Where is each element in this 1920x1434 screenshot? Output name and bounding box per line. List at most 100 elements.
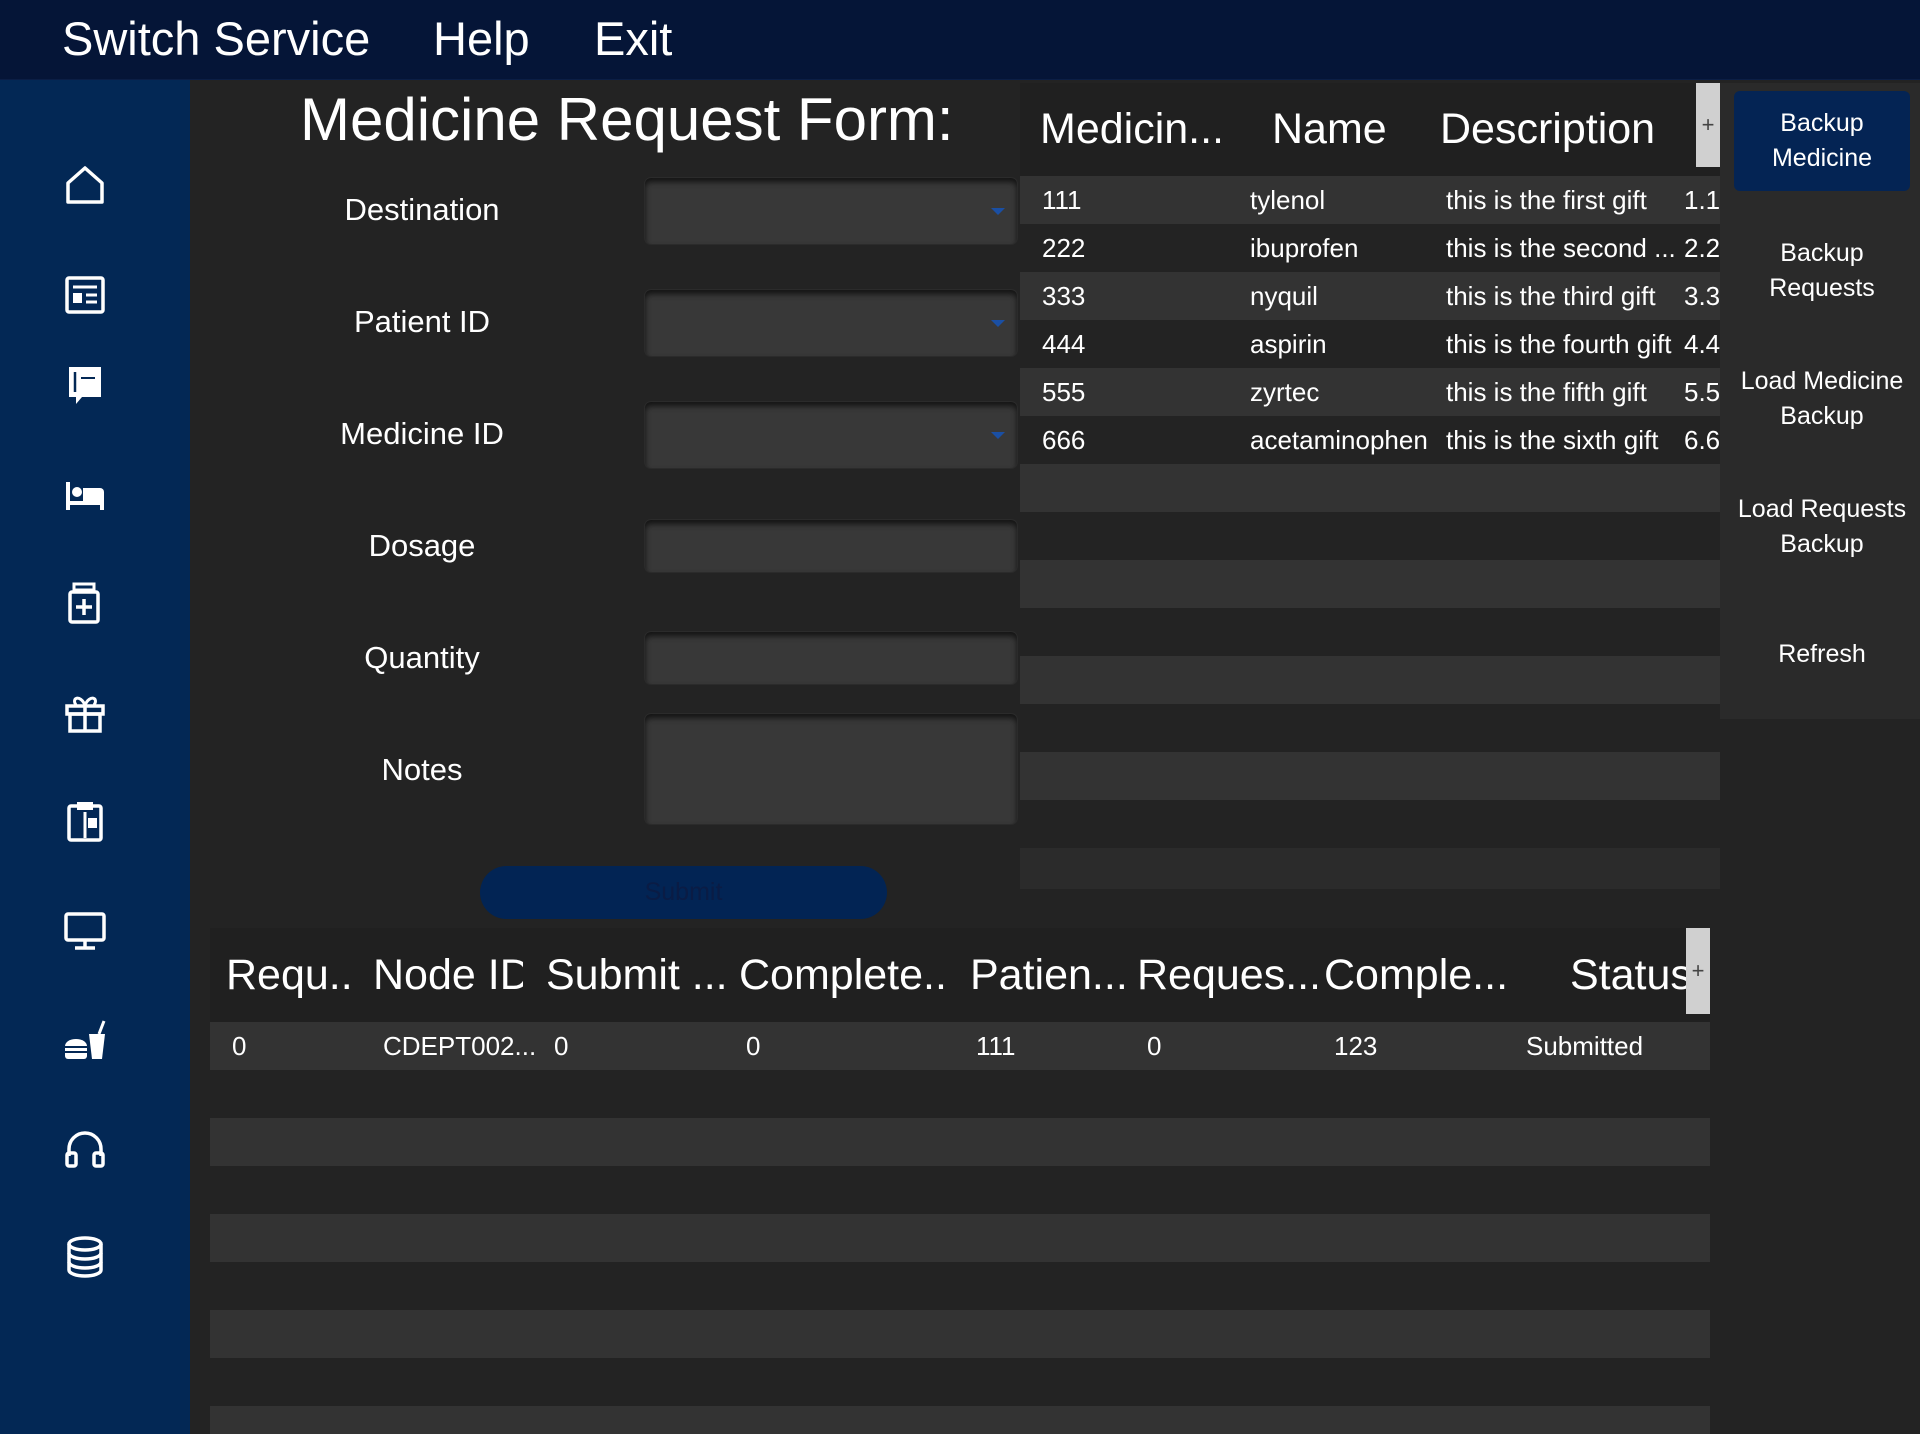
column-header-patient-id[interactable]: Patien... (970, 928, 1130, 1022)
column-header-name[interactable]: Name (1272, 83, 1432, 176)
table-cell: CDEPT002... (383, 1031, 537, 1061)
table-header: Medicin... Name Description + (1020, 83, 1720, 176)
table-cell: 111 (976, 1031, 1016, 1061)
quantity-input[interactable] (645, 632, 1017, 684)
refresh-button[interactable]: Refresh (1734, 637, 1910, 672)
column-header-node-id[interactable]: Node ID (373, 928, 523, 1022)
notes-textarea[interactable] (645, 714, 1017, 824)
table-header: Requ... Node ID Submit ... Complete... P… (210, 928, 1710, 1022)
clipboard-icon[interactable] (62, 798, 108, 844)
table-row (210, 1118, 1710, 1166)
notebook-icon[interactable] (62, 362, 108, 408)
news-icon[interactable] (62, 272, 108, 318)
table-row (1020, 704, 1720, 752)
table-cell: ibuprofen (1250, 233, 1359, 263)
table-cell: acetaminophen (1250, 425, 1428, 455)
load-medicine-backup-label-1: Load Medicine (1740, 367, 1904, 395)
load-requests-backup-label-2: Backup (1780, 530, 1864, 558)
backup-requests-label-1: Backup (1780, 239, 1864, 267)
add-column-button[interactable]: + (1696, 83, 1720, 167)
table-cell: 333 (1042, 281, 1086, 311)
medicine-id-select[interactable] (645, 402, 1017, 468)
table-cell: 0 (232, 1031, 247, 1061)
form-title: Medicine Request Form: (300, 86, 954, 153)
chevron-down-icon[interactable] (991, 208, 1005, 215)
load-medicine-backup-button[interactable]: Load Medicine Backup (1734, 364, 1910, 434)
table-row[interactable]: 555 zyrtec this is the fifth gift 5.55 (1020, 368, 1720, 416)
table-cell: 2.22 (1684, 233, 1720, 263)
table-row (1020, 800, 1720, 848)
backup-medicine-button[interactable]: Backup Medicine (1734, 91, 1910, 191)
column-header-status[interactable]: Status (1570, 928, 1690, 1022)
home-icon[interactable] (62, 162, 108, 208)
table-cell: 111 (1042, 185, 1082, 215)
requests-table: Requ... Node ID Submit ... Complete... P… (210, 928, 1710, 1434)
table-cell: 0 (1147, 1031, 1162, 1061)
column-header-complete-time[interactable]: Complete... (739, 928, 949, 1022)
destination-select[interactable] (645, 178, 1017, 244)
table-cell: 666 (1042, 425, 1086, 455)
patient-id-label: Patient ID (353, 304, 491, 339)
table-row (210, 1166, 1710, 1214)
table-cell: this is the second ... (1446, 233, 1676, 263)
table-cell: 3.33 (1684, 281, 1720, 311)
column-header-submit-time[interactable]: Submit ... (546, 928, 726, 1022)
menu-help[interactable]: Help (433, 10, 530, 68)
right-panel: Backup Medicine Backup Requests Load Med… (1720, 83, 1920, 719)
backup-medicine-label-2: Medicine (1771, 144, 1873, 172)
table-row[interactable]: 222 ibuprofen this is the second ... 2.22 (1020, 224, 1720, 272)
column-header-request-id[interactable]: Requ... (226, 928, 356, 1022)
table-cell: zyrtec (1250, 377, 1320, 407)
medicine-bottle-icon[interactable] (62, 580, 108, 626)
table-row (1020, 512, 1720, 560)
bed-icon[interactable] (62, 472, 108, 518)
table-row[interactable]: 333 nyquil this is the third gift 3.33 (1020, 272, 1720, 320)
chevron-down-icon[interactable] (991, 432, 1005, 439)
table-row (1020, 752, 1720, 800)
table-cell: tylenol (1250, 185, 1326, 215)
table-row[interactable]: 111 tylenol this is the first gift 1.11 (1020, 176, 1720, 224)
monitor-icon[interactable] (62, 908, 108, 954)
table-cell: this is the first gift (1446, 185, 1647, 215)
menu-exit[interactable]: Exit (594, 10, 672, 68)
submit-button[interactable]: Submit (480, 866, 887, 919)
table-cell: this is the fifth gift (1446, 377, 1647, 407)
table-cell: 0 (746, 1031, 761, 1061)
backup-requests-label-2: Requests (1769, 274, 1875, 302)
backup-requests-button[interactable]: Backup Requests (1734, 236, 1910, 306)
database-icon[interactable] (62, 1234, 108, 1280)
table-row (1020, 464, 1720, 512)
backup-medicine-label-1: Backup (1780, 109, 1864, 137)
menu-bar: Switch Service Help Exit (0, 0, 1920, 80)
table-row[interactable]: 0 CDEPT002... 0 0 111 0 123 Submitted (210, 1022, 1710, 1070)
destination-label: Destination (344, 192, 500, 227)
headphones-icon[interactable] (62, 1126, 108, 1172)
patient-id-select[interactable] (645, 290, 1017, 356)
dosage-input[interactable] (645, 520, 1017, 572)
gift-icon[interactable] (62, 690, 108, 736)
load-requests-backup-button[interactable]: Load Requests Backup (1734, 492, 1910, 562)
chevron-down-icon[interactable] (991, 320, 1005, 327)
column-header-completer[interactable]: Comple... (1324, 928, 1514, 1022)
table-cell: 222 (1042, 233, 1086, 263)
table-cell: 1.11 (1684, 185, 1720, 215)
table-cell: 123 (1334, 1031, 1378, 1061)
table-cell: this is the sixth gift (1446, 425, 1659, 455)
table-cell: 6.66 (1684, 425, 1720, 455)
notes-label: Notes (381, 752, 463, 787)
column-header-requester[interactable]: Reques... (1137, 928, 1317, 1022)
column-header-medicine-id[interactable]: Medicin... (1040, 83, 1220, 176)
table-row (1020, 656, 1720, 704)
table-row (1020, 560, 1720, 608)
table-row[interactable]: 444 aspirin this is the fourth gift 4.44 (1020, 320, 1720, 368)
load-requests-backup-label-1: Load Requests (1737, 495, 1907, 523)
medicine-id-label: Medicine ID (340, 416, 504, 451)
table-row[interactable]: 666 acetaminophen this is the sixth gift 6.… (1020, 416, 1720, 464)
menu-switch-service[interactable]: Switch Service (62, 10, 370, 68)
add-column-button[interactable]: + (1686, 928, 1710, 1014)
sidebar (0, 80, 190, 1434)
column-header-description[interactable]: Description (1440, 83, 1690, 176)
table-cell: 5.55 (1684, 377, 1720, 407)
food-icon[interactable] (62, 1018, 108, 1064)
table-cell: nyquil (1250, 281, 1318, 311)
